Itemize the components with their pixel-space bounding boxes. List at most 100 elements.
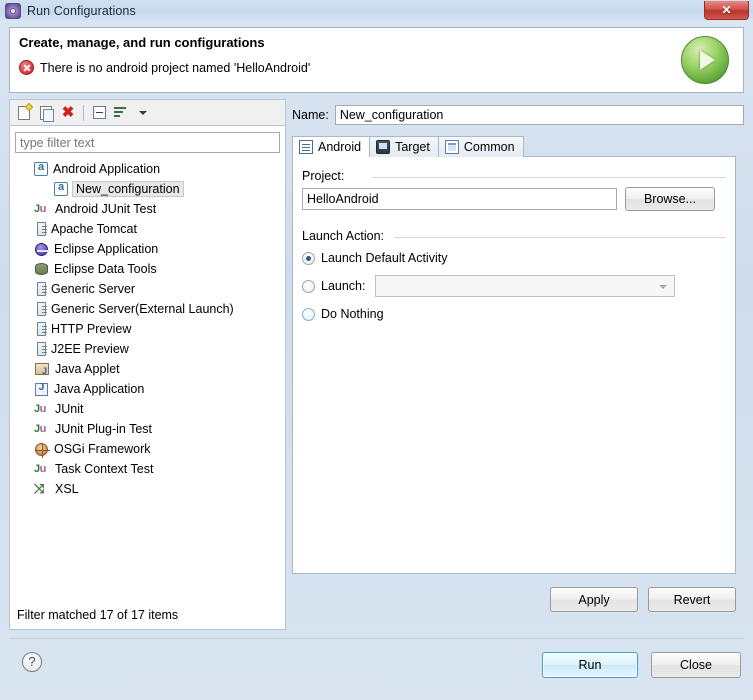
radio-launch-default-activity[interactable] xyxy=(302,251,315,265)
error-message-row: There is no android project named 'Hello… xyxy=(19,60,310,75)
new-document-icon xyxy=(18,105,30,120)
tree-item[interactable]: ⤨ XSL xyxy=(10,479,285,499)
tree-item-label: Task Context Test xyxy=(55,462,154,476)
tree-item[interactable]: Ju Task Context Test xyxy=(10,459,285,479)
browse-button[interactable]: Browse... xyxy=(625,187,715,211)
chevron-down-icon xyxy=(659,285,668,289)
tree-item[interactable]: Eclipse Data Tools xyxy=(10,259,285,279)
title-bar: Run Configurations ✕ xyxy=(0,0,753,21)
filter-configurations-button[interactable] xyxy=(110,102,132,124)
apply-revert-row: Apply Revert xyxy=(292,587,736,612)
tree-item[interactable]: Generic Server xyxy=(10,279,285,299)
name-row: Name: xyxy=(292,105,744,125)
view-menu-button[interactable] xyxy=(132,102,154,124)
tree-item[interactable]: Eclipse Application xyxy=(10,239,285,259)
android-icon xyxy=(34,161,48,176)
project-group-label: Project: xyxy=(302,169,345,183)
tab-common[interactable]: Common xyxy=(437,136,524,157)
tree-item-label: Apache Tomcat xyxy=(51,222,137,236)
tree-item[interactable]: Apache Tomcat xyxy=(10,219,285,239)
radio-label-do-nothing: Do Nothing xyxy=(321,307,384,321)
group-divider xyxy=(394,237,726,238)
tree-item[interactable]: Java Applet xyxy=(10,359,285,379)
tree-container: Android Application New_configuration Ju An… xyxy=(9,125,286,630)
tab-label: Target xyxy=(395,140,430,154)
collapse-all-icon xyxy=(92,106,106,119)
help-question-icon[interactable]: ? xyxy=(22,652,42,672)
launch-activity-combobox[interactable] xyxy=(375,275,676,297)
project-row: Browse... xyxy=(302,187,726,211)
server-icon xyxy=(37,222,47,236)
delete-launch-configuration-button[interactable]: ✖ xyxy=(57,102,79,124)
tree-item[interactable]: Generic Server(External Launch) xyxy=(10,299,285,319)
radio-row-do-nothing[interactable]: Do Nothing xyxy=(302,303,726,325)
delete-x-icon: ✖ xyxy=(61,104,75,121)
radio-row-launch-default-activity[interactable]: Launch Default Activity xyxy=(302,247,726,269)
tree-item-label: New_configuration xyxy=(72,181,184,197)
monitor-icon xyxy=(376,140,391,154)
page-title: Create, manage, and run configurations xyxy=(19,35,265,50)
tab-target[interactable]: Target xyxy=(369,136,439,157)
project-input[interactable] xyxy=(302,188,617,210)
error-x-icon xyxy=(19,60,34,75)
tab-android[interactable]: Android xyxy=(292,136,371,157)
junit-icon: Ju xyxy=(34,403,46,415)
toolbar-divider xyxy=(83,104,84,121)
configuration-detail-panel: Name: Android Target Common Project: Brows… xyxy=(292,99,744,630)
xsl-icon: ⤨ xyxy=(34,481,45,496)
osgi-icon xyxy=(35,442,50,458)
android-icon xyxy=(54,181,68,196)
tree-item-label: Android Application xyxy=(53,162,161,176)
common-icon xyxy=(444,140,459,154)
new-launch-configuration-button[interactable] xyxy=(13,102,35,124)
radio-row-launch[interactable]: Launch: xyxy=(302,275,726,297)
tree-item[interactable]: OSGi Framework xyxy=(10,439,285,459)
junit-plugin-icon: Ju xyxy=(34,423,46,435)
tree-item[interactable]: Java Application xyxy=(10,379,285,399)
radio-launch[interactable] xyxy=(302,279,315,293)
launch-action-group: Launch Action: Launch Default Activity L… xyxy=(302,229,726,331)
duplicate-launch-configuration-button[interactable] xyxy=(35,102,57,124)
collapse-all-button[interactable] xyxy=(88,102,110,124)
launch-action-label: Launch Action: xyxy=(302,229,385,243)
tab-label: Android xyxy=(318,140,362,154)
gear-icon xyxy=(5,2,21,19)
tree-item[interactable]: Android Application xyxy=(10,159,285,179)
android-tab-panel: Project: Browse... Launch Action: Launch… xyxy=(292,156,736,574)
server-icon xyxy=(37,342,47,356)
server-icon xyxy=(37,322,47,336)
window-title: Run Configurations xyxy=(27,3,136,18)
run-button[interactable]: Run xyxy=(542,652,638,678)
project-group: Project: Browse... xyxy=(302,169,726,211)
launch-configuration-tree[interactable]: Android Application New_configuration Ju An… xyxy=(10,159,285,499)
tree-item-label: JUnit Plug-in Test xyxy=(55,422,153,436)
tree-item-label: Generic Server xyxy=(51,282,136,296)
chevron-down-icon xyxy=(139,110,147,115)
tree-item[interactable]: Ju JUnit Plug-in Test xyxy=(10,419,285,439)
window-close-button[interactable]: ✕ xyxy=(704,1,749,20)
eclipse-icon xyxy=(35,242,49,256)
tree-item-label: Java Application xyxy=(54,382,145,396)
server-icon xyxy=(37,282,47,296)
tree-item-label: OSGi Framework xyxy=(54,442,151,456)
tab-bar: Android Target Common xyxy=(292,135,736,157)
apply-button[interactable]: Apply xyxy=(550,587,638,612)
dialog-header: Create, manage, and run configurations T… xyxy=(9,27,744,93)
tree-item-label: Generic Server(External Launch) xyxy=(51,302,234,316)
filter-input[interactable] xyxy=(15,132,280,153)
tree-item-label: Java Applet xyxy=(55,362,120,376)
revert-button[interactable]: Revert xyxy=(648,587,736,612)
tree-item[interactable]: HTTP Preview xyxy=(10,319,285,339)
tree-item[interactable]: J2EE Preview xyxy=(10,339,285,359)
tree-item-label: Eclipse Application xyxy=(54,242,159,256)
filter-icon xyxy=(114,106,128,120)
tree-item[interactable]: Ju JUnit xyxy=(10,399,285,419)
java-applet-icon xyxy=(35,363,49,376)
database-icon xyxy=(35,263,48,275)
close-button[interactable]: Close xyxy=(651,652,741,678)
tree-item[interactable]: New_configuration xyxy=(10,179,285,199)
radio-do-nothing[interactable] xyxy=(302,307,315,321)
tree-item[interactable]: Ju Android JUnit Test xyxy=(10,199,285,219)
group-divider xyxy=(372,177,726,178)
configuration-name-input[interactable] xyxy=(334,105,744,125)
